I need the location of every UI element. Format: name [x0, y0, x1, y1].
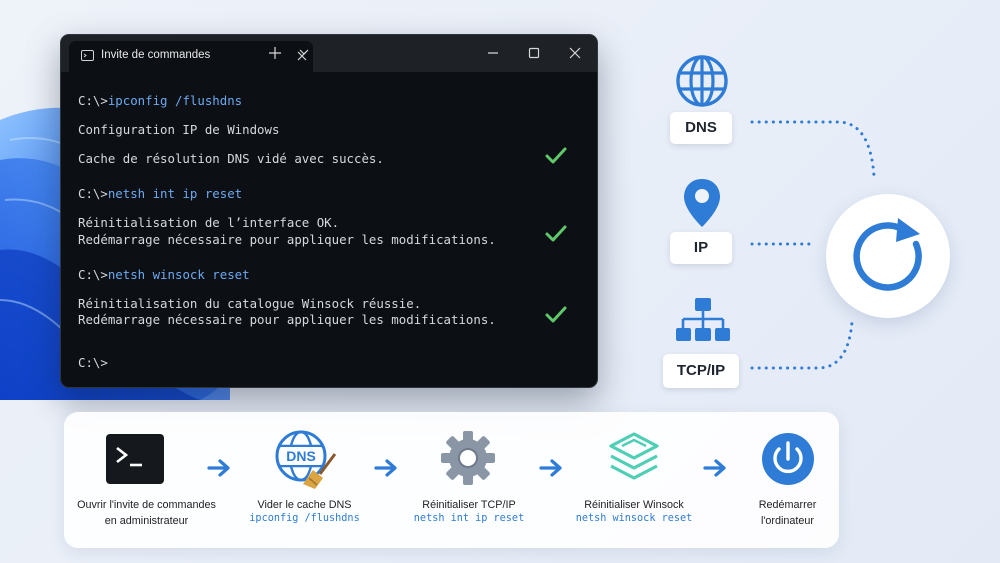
step-command: netsh winsock reset: [575, 513, 693, 524]
dns-broom-icon: DNS: [275, 430, 337, 489]
arrow-right-icon: [374, 459, 397, 477]
refresh-button[interactable]: [826, 194, 950, 318]
power-icon: [762, 433, 814, 485]
arrow-right-icon: [539, 459, 562, 477]
step-title: Réinitialiser Winsock: [584, 499, 684, 511]
service-label-tcpip: TCP/IP: [663, 354, 739, 388]
layers-icon: [609, 432, 659, 480]
step-command: ipconfig /flushdns: [249, 513, 360, 524]
step-title: Vider le cache DNS: [257, 499, 352, 511]
gear-icon: [441, 431, 495, 485]
step-title: Redémarrer: [758, 499, 817, 511]
service-label-dns: DNS: [670, 112, 732, 144]
step-title-line2: l'ordinateur: [760, 515, 815, 527]
refresh-icon: [853, 218, 922, 291]
arrow-right-icon: [207, 459, 230, 477]
terminal-icon: [106, 434, 164, 484]
network-hierarchy-icon: [676, 298, 730, 341]
location-pin-icon: [684, 179, 720, 227]
step-title: Ouvrir l'invite de commandes: [77, 499, 216, 511]
step-title: Réinitialiser TCP/IP: [422, 499, 516, 511]
step-title-line2: en administrateur: [104, 515, 189, 527]
arrow-right-icon: [703, 459, 726, 477]
steps-panel: Ouvrir l'invite de commandes en administ…: [64, 412, 839, 548]
step-command: netsh int ip reset: [413, 513, 525, 524]
service-label-ip: IP: [670, 232, 732, 264]
dns-icon-text: DNS: [286, 448, 316, 464]
globe-icon: [676, 55, 728, 107]
